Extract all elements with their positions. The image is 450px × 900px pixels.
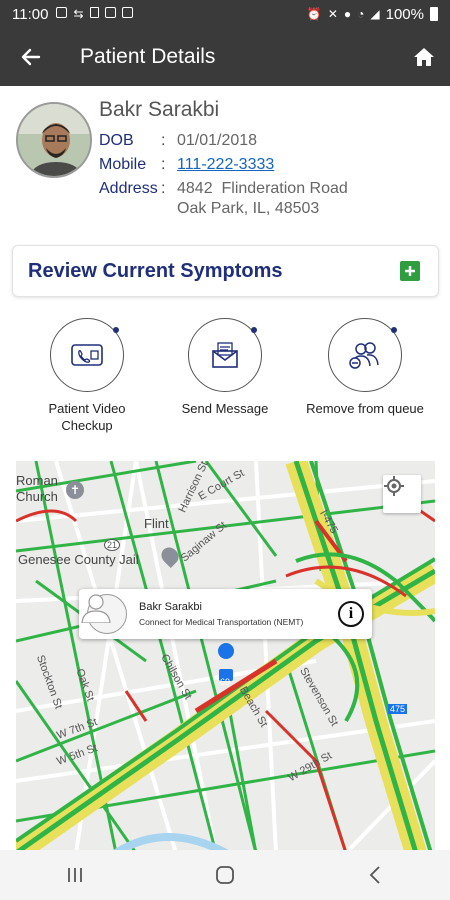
map-label-roman: Roman [16,473,58,488]
map-label-hwy-475: 475 [388,704,408,714]
address-colon: : [161,180,166,197]
user-placeholder-icon [81,594,111,623]
usb-icon: ⇆ [73,7,84,21]
battery-icon [430,7,438,21]
circle-arrow-dot [391,327,397,333]
map-label-church: Church [16,489,58,504]
dob-value: 01/01/2018 [177,132,258,149]
signal-icon: ◢ [370,7,380,21]
send-message-button[interactable] [188,318,262,392]
mute-icon: ✕ [327,7,338,21]
home-circle-icon [216,866,234,884]
location-icon: ● [343,7,352,21]
video-call-icon [71,344,103,366]
church-icon: ✝ [66,481,84,499]
video-label-line-2: Checkup [61,418,113,433]
lock-icon [89,7,99,18]
review-symptoms-title: Review Current Symptoms [28,259,283,282]
info-window-text: Bakr Sarakbi Connect for Medical Transpo… [139,601,303,627]
add-symptom-button[interactable] [400,261,420,281]
circle-arrow-dot [251,327,257,333]
alarm-icon: ⏰ [306,7,322,21]
status-left-icons: ⇆ [56,7,133,21]
remove-users-icon [349,342,379,369]
remove-action-label: Remove from queue [306,401,424,416]
avatar-photo [18,104,90,176]
video-label-line-1: Patient Video [48,401,126,416]
system-nav-bar [0,850,450,900]
wifi-icon: ◔ [357,7,365,21]
info-window-subtitle: Connect for Medical Transportation (NEMT… [139,617,304,627]
map-label-jail: Genesee County Jail [18,552,139,567]
avatar [16,102,92,178]
remove-from-queue-action[interactable]: Remove from queue [295,318,435,417]
info-icon[interactable]: i [338,601,364,627]
dob-colon: : [161,132,166,149]
mobile-label: Mobile [99,156,147,173]
home-icon [414,48,434,66]
status-time: 11:00 [12,5,49,23]
image-icon [104,7,116,18]
recents-icon [68,868,82,882]
dob-row: DOB : 01/01/2018 [99,132,257,150]
address-label: Address [99,180,158,197]
screen: 11:00 ⇆ ⏰ ✕ ● ◔ ◢ 100% Patient Details B… [0,0,450,900]
patient-card: Bakr Sarakbi DOB : 01/01/2018 Mobile : 1… [0,86,450,236]
my-location-button[interactable] [383,475,421,513]
back-chevron-icon [369,866,380,884]
video-call-button[interactable] [50,318,124,392]
battery-level: 100% [385,5,424,23]
status-bar: 11:00 ⇆ ⏰ ✕ ● ◔ ◢ 100% [0,0,450,28]
address-line-2: Oak Park, IL, 48503 [177,200,320,217]
app-bar: Patient Details [0,28,450,86]
my-location-icon [384,476,404,496]
mobile-colon: : [161,156,166,173]
patient-name: Bakr Sarakbi [99,98,220,121]
remove-from-queue-button[interactable] [328,318,402,392]
status-right: ⏰ ✕ ● ◔ ◢ 100% [307,6,438,23]
envelope-icon [212,342,238,368]
photo-icon [56,7,68,18]
n-icon [121,7,133,18]
system-back-button[interactable] [345,855,405,895]
map-roads [16,461,435,853]
send-message-action[interactable]: Send Message [155,318,295,417]
mobile-link[interactable]: 111-222-3333 [177,156,274,174]
map-view[interactable]: Roman Church Flint Genesee County Jail H… [16,461,435,853]
mobile-row: Mobile : 111-222-3333 [99,156,274,174]
circle-arrow-dot [113,327,119,333]
message-action-label: Send Message [181,401,269,416]
map-info-window[interactable]: Bakr Sarakbi Connect for Medical Transpo… [79,589,372,639]
action-row: Patient Video Checkup Send Message Remov… [0,318,450,438]
review-symptoms-card[interactable]: Review Current Symptoms [12,245,439,297]
address-line-1: 4842 Flinderation Road [177,180,348,197]
page-title: Patient Details [80,45,216,68]
address-lines: 4842 Flinderation Road Oak Park, IL, 485… [177,180,348,218]
address-row: Address : 4842 Flinderation Road Oak Par… [99,180,348,218]
plus-icon [405,266,415,276]
recents-button[interactable] [45,855,105,895]
map-label-hwy-21: 21 [104,539,121,551]
system-home-button[interactable] [195,855,255,895]
map-label-hwy-69: 69 [220,677,231,687]
patient-video-checkup-action[interactable]: Patient Video Checkup [17,318,157,434]
info-window-avatar [81,594,127,634]
video-action-label: Patient Video Checkup [17,400,157,434]
home-button[interactable] [398,28,450,86]
map-label-flint: Flint [144,516,169,531]
info-window-name: Bakr Sarakbi [139,601,202,613]
dob-label: DOB [99,132,134,149]
back-arrow-icon [21,48,41,66]
back-button[interactable] [0,28,62,86]
